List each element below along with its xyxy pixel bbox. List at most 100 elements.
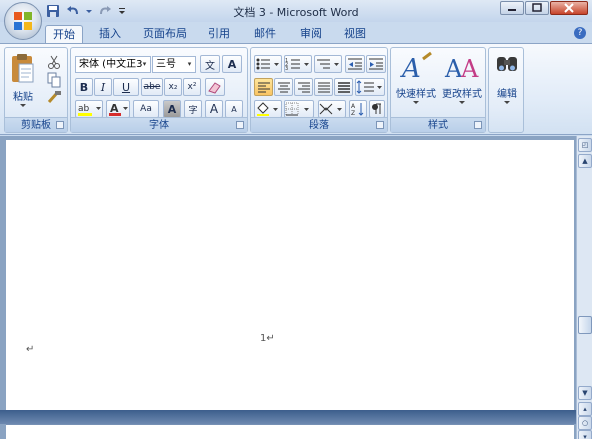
office-button[interactable]: [4, 2, 42, 40]
font-color-button[interactable]: A: [106, 100, 130, 118]
tab-review[interactable]: 审阅: [292, 25, 330, 44]
document-page-2[interactable]: [6, 424, 574, 439]
bullets-button[interactable]: [254, 55, 282, 73]
svg-text:A: A: [400, 54, 421, 83]
maximize-button[interactable]: [525, 1, 549, 15]
format-painter-button[interactable]: [45, 90, 63, 106]
decrease-indent-button[interactable]: [345, 55, 365, 73]
shading-button[interactable]: [254, 100, 282, 118]
enclose-characters-button[interactable]: 字: [184, 100, 202, 118]
subscript-button[interactable]: x₂: [164, 78, 182, 96]
svg-text:3: 3: [285, 66, 288, 71]
font-size-combo[interactable]: 三号 ▾: [152, 56, 196, 73]
next-page-icon[interactable]: ▾: [578, 430, 592, 439]
paint-bucket-icon: [257, 102, 278, 116]
borders-button[interactable]: [284, 100, 314, 118]
format-painter-icon: [47, 91, 61, 103]
font-name-combo[interactable]: 宋体 (中文正3 ▾: [75, 56, 151, 73]
group-paragraph: 123 AZ 段落: [250, 47, 388, 133]
sort-icon: AZ: [351, 103, 364, 116]
scroll-up-icon[interactable]: ▲: [578, 154, 592, 168]
align-left-button[interactable]: [254, 78, 273, 96]
scissors-icon: [48, 55, 60, 69]
change-styles-button[interactable]: AA 更改样式: [439, 51, 485, 113]
styles-label: 样式: [391, 117, 485, 132]
chevron-down-icon: ▾: [142, 60, 147, 68]
tab-page-layout[interactable]: 页面布局: [138, 25, 192, 44]
scroll-thumb[interactable]: [578, 316, 592, 334]
font-size-value: 三号: [156, 59, 176, 70]
strikethrough-button[interactable]: abe: [141, 78, 163, 96]
vertical-scrollbar[interactable]: ◰ ▲ ▼ ▴ ○ ▾: [576, 136, 592, 439]
svg-text:ab: ab: [78, 104, 90, 114]
numbering-button[interactable]: 123: [284, 55, 312, 73]
italic-button[interactable]: I: [94, 78, 112, 96]
paste-button[interactable]: 粘贴: [9, 52, 37, 110]
tab-references[interactable]: 引用: [200, 25, 238, 44]
tab-view[interactable]: 视图: [336, 25, 374, 44]
ruler-toggle-icon[interactable]: ◰: [578, 138, 592, 152]
scroll-down-icon[interactable]: ▼: [578, 386, 592, 400]
show-marks-button[interactable]: [369, 100, 385, 118]
text-highlight-button[interactable]: ab: [75, 100, 103, 118]
bold-button[interactable]: B: [75, 78, 93, 96]
borders-icon: [285, 102, 309, 116]
minimize-button[interactable]: [500, 1, 524, 15]
paragraph-label: 段落: [251, 117, 387, 132]
title-bar: 文档 3 - Microsoft Word: [0, 0, 592, 22]
page-separator: [0, 410, 576, 424]
select-browse-object-icon[interactable]: ○: [578, 416, 592, 430]
align-center-button[interactable]: [274, 78, 293, 96]
justify-button[interactable]: [314, 78, 333, 96]
help-icon[interactable]: ?: [574, 27, 586, 39]
close-button[interactable]: [550, 1, 588, 15]
align-left-icon: [257, 82, 270, 93]
tab-insert[interactable]: 插入: [92, 25, 128, 44]
underline-button[interactable]: U: [113, 78, 139, 96]
shrink-font-button[interactable]: A: [225, 100, 243, 118]
distributed-button[interactable]: [334, 78, 353, 96]
line-spacing-button[interactable]: [355, 78, 385, 96]
clear-formatting-button[interactable]: [205, 78, 225, 96]
word-window: 文档 3 - Microsoft Word 开始 插入 页面布局 引用 邮件 审…: [0, 0, 592, 439]
window-controls: [500, 1, 588, 15]
paste-icon: [12, 54, 34, 83]
align-right-button[interactable]: [294, 78, 313, 96]
font-launcher-icon[interactable]: [236, 121, 244, 129]
paragraph-mark: ↵: [26, 344, 35, 355]
grow-font-button[interactable]: A: [205, 100, 223, 118]
increase-indent-button[interactable]: [366, 55, 386, 73]
document-page[interactable]: 1↵ ↵: [6, 140, 574, 410]
styles-launcher-icon[interactable]: [474, 121, 482, 129]
change-case-button[interactable]: Aa: [133, 100, 159, 118]
clipboard-launcher-icon[interactable]: [56, 121, 64, 129]
tab-home[interactable]: 开始: [45, 25, 83, 44]
phonetic-guide-button[interactable]: 文: [200, 55, 220, 73]
align-right-icon: [297, 82, 310, 93]
superscript-button[interactable]: x²: [183, 78, 201, 96]
character-border-button[interactable]: A: [222, 55, 242, 73]
quick-styles-button[interactable]: A 快速样式: [393, 51, 439, 113]
chinese-layout-button[interactable]: [318, 100, 346, 118]
quick-styles-dropdown-icon: [413, 101, 419, 104]
office-logo-icon: [14, 12, 32, 30]
group-editing: 编辑: [488, 47, 524, 133]
previous-page-icon[interactable]: ▴: [578, 402, 592, 416]
cut-button[interactable]: [45, 54, 63, 70]
tab-mailings[interactable]: 邮件: [246, 25, 284, 44]
change-styles-label: 更改样式: [442, 89, 482, 100]
paragraph-launcher-icon[interactable]: [376, 121, 384, 129]
numbering-icon: 123: [285, 58, 309, 71]
multilevel-list-icon: [317, 59, 339, 69]
multilevel-list-button[interactable]: [314, 55, 342, 73]
character-shading-button[interactable]: A: [163, 100, 181, 118]
copy-icon: [47, 72, 61, 88]
sort-button[interactable]: AZ: [349, 100, 367, 118]
font-name-value: 宋体 (中文正3: [79, 59, 143, 70]
copy-button[interactable]: [45, 72, 63, 88]
change-styles-icon: AA: [444, 55, 479, 83]
editing-button[interactable]: 编辑: [491, 51, 523, 113]
distributed-icon: [337, 82, 350, 93]
chinese-layout-icon: [319, 103, 342, 115]
quick-styles-icon: A: [400, 51, 432, 84]
